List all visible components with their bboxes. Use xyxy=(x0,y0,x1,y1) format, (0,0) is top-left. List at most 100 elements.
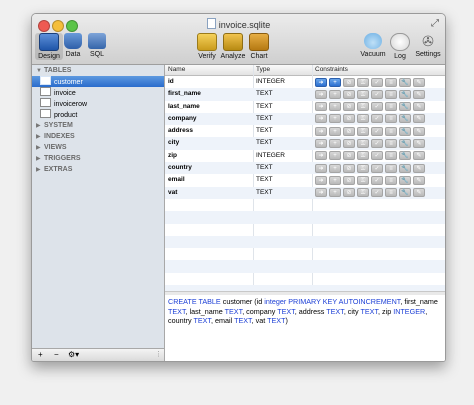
null-icon[interactable]: ⊘ xyxy=(343,89,355,99)
field-row[interactable]: vat TEXT ➜ + ⊘ ⚿ ✓ ≡ 🔧 ✎ xyxy=(165,186,445,199)
field-type[interactable]: INTEGER xyxy=(256,150,285,162)
list-icon[interactable]: ≡ xyxy=(385,188,397,198)
null-icon[interactable]: ⊘ xyxy=(343,188,355,198)
list-icon[interactable]: ≡ xyxy=(385,175,397,185)
wrench-icon[interactable]: 🔧 xyxy=(399,188,411,198)
key-icon[interactable]: ⚿ xyxy=(357,77,369,87)
plus-icon[interactable]: + xyxy=(329,163,341,173)
edit-icon[interactable]: ✎ xyxy=(413,163,425,173)
plus-icon[interactable]: + xyxy=(329,126,341,136)
field-name[interactable]: email xyxy=(168,174,185,186)
vacuum-button[interactable]: Vacuum xyxy=(359,33,387,58)
gear-menu-button[interactable]: ⚙▾ xyxy=(68,349,79,361)
plus-icon[interactable]: + xyxy=(329,77,341,87)
sidebar-table-invoicerow[interactable]: invoicerow xyxy=(32,98,164,109)
list-icon[interactable]: ≡ xyxy=(385,126,397,136)
field-name[interactable]: company xyxy=(168,113,197,125)
check-icon[interactable]: ✓ xyxy=(371,151,383,161)
section-header-system[interactable]: ▶ SYSTEM xyxy=(32,120,164,131)
edit-icon[interactable]: ✎ xyxy=(413,175,425,185)
remove-table-button[interactable]: − xyxy=(54,349,59,361)
field-row[interactable]: country TEXT ➜ + ⊘ ⚿ ✓ ≡ 🔧 ✎ xyxy=(165,162,445,175)
key-icon[interactable]: ⚿ xyxy=(357,151,369,161)
field-row[interactable]: first_name TEXT ➜ + ⊘ ⚿ ✓ ≡ 🔧 ✎ xyxy=(165,88,445,101)
plus-icon[interactable]: + xyxy=(329,151,341,161)
null-icon[interactable]: ⊘ xyxy=(343,138,355,148)
chart-button[interactable]: Chart xyxy=(245,33,273,60)
verify-button[interactable]: Verify xyxy=(193,33,221,60)
constraints-column-header[interactable]: Constraints xyxy=(315,65,348,75)
edit-icon[interactable]: ✎ xyxy=(413,89,425,99)
field-type[interactable]: TEXT xyxy=(256,162,273,174)
wrench-icon[interactable]: 🔧 xyxy=(399,126,411,136)
field-name[interactable]: country xyxy=(168,162,192,174)
field-row[interactable]: zip INTEGER ➜ + ⊘ ⚿ ✓ ≡ 🔧 ✎ xyxy=(165,150,445,162)
list-icon[interactable]: ≡ xyxy=(385,151,397,161)
check-icon[interactable]: ✓ xyxy=(371,114,383,124)
list-icon[interactable]: ≡ xyxy=(385,114,397,124)
field-row[interactable]: company TEXT ➜ + ⊘ ⚿ ✓ ≡ 🔧 ✎ xyxy=(165,112,445,126)
plus-icon[interactable]: + xyxy=(329,114,341,124)
field-row[interactable]: address TEXT ➜ + ⊘ ⚿ ✓ ≡ 🔧 ✎ xyxy=(165,125,445,137)
field-row[interactable]: email TEXT ➜ + ⊘ ⚿ ✓ ≡ 🔧 ✎ xyxy=(165,174,445,186)
key-icon[interactable]: ⚿ xyxy=(357,89,369,99)
arrow-right-icon[interactable]: ➜ xyxy=(315,138,327,148)
arrow-right-icon[interactable]: ➜ xyxy=(315,77,327,87)
arrow-right-icon[interactable]: ➜ xyxy=(315,126,327,136)
arrow-right-icon[interactable]: ➜ xyxy=(315,151,327,161)
edit-icon[interactable]: ✎ xyxy=(413,151,425,161)
wrench-icon[interactable]: 🔧 xyxy=(399,151,411,161)
field-name[interactable]: vat xyxy=(168,187,177,199)
section-header-extras[interactable]: ▶ EXTRAS xyxy=(32,164,164,175)
field-name[interactable]: first_name xyxy=(168,88,201,100)
wrench-icon[interactable]: 🔧 xyxy=(399,114,411,124)
field-type[interactable]: TEXT xyxy=(256,101,273,113)
check-icon[interactable]: ✓ xyxy=(371,188,383,198)
list-icon[interactable]: ≡ xyxy=(385,163,397,173)
check-icon[interactable]: ✓ xyxy=(371,77,383,87)
list-icon[interactable]: ≡ xyxy=(385,89,397,99)
wrench-icon[interactable]: 🔧 xyxy=(399,102,411,112)
check-icon[interactable]: ✓ xyxy=(371,138,383,148)
wrench-icon[interactable]: 🔧 xyxy=(399,163,411,173)
null-icon[interactable]: ⊘ xyxy=(343,114,355,124)
null-icon[interactable]: ⊘ xyxy=(343,175,355,185)
plus-icon[interactable]: + xyxy=(329,138,341,148)
plus-icon[interactable]: + xyxy=(329,175,341,185)
sql-preview[interactable]: CREATE TABLE customer (id integer PRIMAR… xyxy=(165,295,445,361)
field-name[interactable]: last_name xyxy=(168,101,200,113)
key-icon[interactable]: ⚿ xyxy=(357,126,369,136)
arrow-right-icon[interactable]: ➜ xyxy=(315,102,327,112)
edit-icon[interactable]: ✎ xyxy=(413,126,425,136)
field-row[interactable]: id INTEGER ➜ + ⊘ ⚿ ✓ ≡ 🔧 ✎ xyxy=(165,76,445,88)
field-type[interactable]: TEXT xyxy=(256,174,273,186)
section-header-indexes[interactable]: ▶ INDEXES xyxy=(32,131,164,142)
null-icon[interactable]: ⊘ xyxy=(343,77,355,87)
wrench-icon[interactable]: 🔧 xyxy=(399,89,411,99)
arrow-right-icon[interactable]: ➜ xyxy=(315,163,327,173)
key-icon[interactable]: ⚿ xyxy=(357,114,369,124)
field-name[interactable]: city xyxy=(168,137,179,149)
key-icon[interactable]: ⚿ xyxy=(357,102,369,112)
edit-icon[interactable]: ✎ xyxy=(413,188,425,198)
check-icon[interactable]: ✓ xyxy=(371,89,383,99)
edit-icon[interactable]: ✎ xyxy=(413,138,425,148)
field-name[interactable]: address xyxy=(168,125,193,137)
settings-button[interactable]: ✇ Settings xyxy=(414,33,442,58)
key-icon[interactable]: ⚿ xyxy=(357,175,369,185)
section-header-views[interactable]: ▶ VIEWS xyxy=(32,142,164,153)
plus-icon[interactable]: + xyxy=(329,188,341,198)
field-name[interactable]: id xyxy=(168,76,174,88)
wrench-icon[interactable]: 🔧 xyxy=(399,138,411,148)
fullscreen-icon[interactable]: ⤢ xyxy=(431,18,439,29)
plus-icon[interactable]: + xyxy=(329,89,341,99)
list-icon[interactable]: ≡ xyxy=(385,138,397,148)
name-column-header[interactable]: Name xyxy=(168,65,185,75)
field-type[interactable]: TEXT xyxy=(256,187,273,199)
edit-icon[interactable]: ✎ xyxy=(413,114,425,124)
null-icon[interactable]: ⊘ xyxy=(343,102,355,112)
plus-icon[interactable]: + xyxy=(329,102,341,112)
field-row[interactable]: last_name TEXT ➜ + ⊘ ⚿ ✓ ≡ 🔧 ✎ xyxy=(165,101,445,113)
key-icon[interactable]: ⚿ xyxy=(357,138,369,148)
sidebar-table-invoice[interactable]: invoice xyxy=(32,87,164,98)
